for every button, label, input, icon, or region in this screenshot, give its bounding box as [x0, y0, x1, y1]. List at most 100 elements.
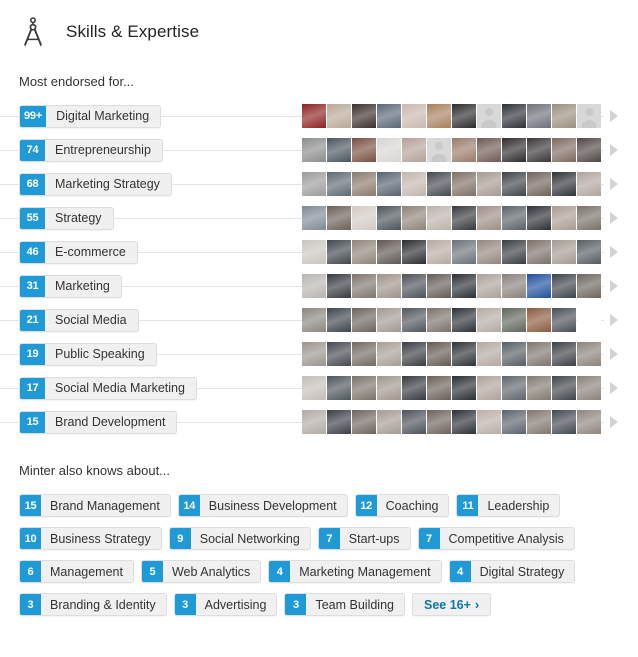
- endorser-avatar[interactable]: [577, 376, 601, 400]
- endorser-avatar[interactable]: [352, 206, 376, 230]
- endorser-avatar[interactable]: [502, 308, 526, 332]
- endorser-avatar[interactable]: [327, 206, 351, 230]
- skill-pill[interactable]: 4 Marketing Management: [268, 560, 442, 583]
- endorser-avatar[interactable]: [427, 138, 451, 162]
- endorser-avatar[interactable]: [552, 138, 576, 162]
- endorser-avatar[interactable]: [402, 308, 426, 332]
- endorser-avatar[interactable]: [327, 342, 351, 366]
- endorser-avatar[interactable]: [452, 138, 476, 162]
- chevron-right-icon[interactable]: [610, 246, 618, 258]
- see-more-button[interactable]: See 16+ ›: [411, 593, 492, 616]
- endorser-avatar[interactable]: [552, 274, 576, 298]
- endorser-avatar[interactable]: [427, 342, 451, 366]
- endorser-avatar[interactable]: [302, 274, 326, 298]
- endorser-avatar[interactable]: [477, 104, 501, 128]
- endorser-avatar[interactable]: [427, 308, 451, 332]
- skill-pill[interactable]: 68 Marketing Strategy: [19, 172, 172, 196]
- endorser-avatar[interactable]: [302, 342, 326, 366]
- endorser-avatar[interactable]: [302, 104, 326, 128]
- endorser-avatar[interactable]: [302, 240, 326, 264]
- endorser-avatar[interactable]: [552, 206, 576, 230]
- chevron-right-icon[interactable]: [610, 348, 618, 360]
- endorser-avatar[interactable]: [477, 342, 501, 366]
- endorser-avatar[interactable]: [377, 172, 401, 196]
- endorser-avatar[interactable]: [452, 376, 476, 400]
- endorser-avatar[interactable]: [427, 104, 451, 128]
- endorser-avatar[interactable]: [477, 410, 501, 434]
- skill-pill[interactable]: 19 Public Speaking: [19, 342, 157, 366]
- endorser-avatar[interactable]: [427, 274, 451, 298]
- endorser-avatar[interactable]: [302, 410, 326, 434]
- skill-pill[interactable]: 3 Branding & Identity: [19, 593, 167, 616]
- endorser-avatar[interactable]: [502, 376, 526, 400]
- endorser-avatar[interactable]: [502, 206, 526, 230]
- skill-pill[interactable]: 3 Advertising: [173, 593, 278, 616]
- endorser-avatar[interactable]: [402, 342, 426, 366]
- chevron-right-icon[interactable]: [610, 212, 618, 224]
- endorser-avatar[interactable]: [577, 104, 601, 128]
- endorser-avatar[interactable]: [527, 342, 551, 366]
- endorser-avatar[interactable]: [427, 376, 451, 400]
- endorser-avatar[interactable]: [502, 240, 526, 264]
- endorser-avatar[interactable]: [402, 138, 426, 162]
- endorser-avatar[interactable]: [552, 172, 576, 196]
- chevron-right-icon[interactable]: [610, 314, 618, 326]
- endorser-avatar[interactable]: [327, 172, 351, 196]
- endorser-avatar[interactable]: [377, 104, 401, 128]
- endorser-avatar[interactable]: [327, 274, 351, 298]
- skill-pill[interactable]: 55 Strategy: [19, 206, 114, 230]
- endorser-avatar[interactable]: [377, 206, 401, 230]
- endorser-avatar[interactable]: [302, 172, 326, 196]
- skill-pill[interactable]: 6 Management: [19, 560, 134, 583]
- endorser-avatar[interactable]: [377, 376, 401, 400]
- skill-pill[interactable]: 10 Business Strategy: [19, 527, 162, 550]
- endorser-avatar[interactable]: [477, 376, 501, 400]
- skill-pill[interactable]: 46 E-commerce: [19, 240, 138, 264]
- skill-pill[interactable]: 15 Brand Development: [19, 410, 178, 434]
- endorser-avatar[interactable]: [377, 274, 401, 298]
- skill-pill[interactable]: 21 Social Media: [19, 308, 139, 332]
- endorser-avatar[interactable]: [402, 172, 426, 196]
- endorser-avatar[interactable]: [527, 172, 551, 196]
- endorser-avatar[interactable]: [502, 274, 526, 298]
- endorser-avatar[interactable]: [477, 206, 501, 230]
- skill-pill[interactable]: 12 Coaching: [354, 494, 450, 517]
- endorser-avatar[interactable]: [527, 376, 551, 400]
- endorser-avatar[interactable]: [577, 240, 601, 264]
- chevron-right-icon[interactable]: [610, 110, 618, 122]
- endorser-avatar[interactable]: [502, 138, 526, 162]
- endorser-avatar[interactable]: [377, 240, 401, 264]
- endorser-avatar[interactable]: [427, 206, 451, 230]
- endorser-avatar[interactable]: [577, 172, 601, 196]
- chevron-right-icon[interactable]: [610, 416, 618, 428]
- endorser-avatar[interactable]: [577, 274, 601, 298]
- endorser-avatar[interactable]: [327, 376, 351, 400]
- endorser-avatar[interactable]: [577, 308, 601, 332]
- chevron-right-icon[interactable]: [610, 178, 618, 190]
- endorser-avatar[interactable]: [427, 410, 451, 434]
- endorser-avatar[interactable]: [452, 240, 476, 264]
- endorser-avatar[interactable]: [377, 308, 401, 332]
- endorser-avatar[interactable]: [352, 342, 376, 366]
- endorser-avatar[interactable]: [527, 240, 551, 264]
- skill-pill[interactable]: 14 Business Development: [177, 494, 348, 517]
- skill-pill[interactable]: 17 Social Media Marketing: [19, 376, 197, 400]
- endorser-avatar[interactable]: [577, 138, 601, 162]
- endorser-avatar[interactable]: [352, 308, 376, 332]
- endorser-avatar[interactable]: [577, 206, 601, 230]
- endorser-avatar[interactable]: [452, 172, 476, 196]
- endorser-avatar[interactable]: [352, 410, 376, 434]
- endorser-avatar[interactable]: [452, 104, 476, 128]
- endorser-avatar[interactable]: [327, 138, 351, 162]
- endorser-avatar[interactable]: [452, 342, 476, 366]
- skill-pill[interactable]: 7 Start-ups: [317, 527, 411, 550]
- skill-pill[interactable]: 4 Digital Strategy: [448, 560, 576, 583]
- endorser-avatar[interactable]: [452, 274, 476, 298]
- skill-pill[interactable]: 74 Entrepreneurship: [19, 138, 163, 162]
- skill-pill[interactable]: 9 Social Networking: [168, 527, 311, 550]
- endorser-avatar[interactable]: [552, 342, 576, 366]
- endorser-avatar[interactable]: [302, 308, 326, 332]
- endorser-avatar[interactable]: [552, 410, 576, 434]
- endorser-avatar[interactable]: [477, 138, 501, 162]
- chevron-right-icon[interactable]: [610, 382, 618, 394]
